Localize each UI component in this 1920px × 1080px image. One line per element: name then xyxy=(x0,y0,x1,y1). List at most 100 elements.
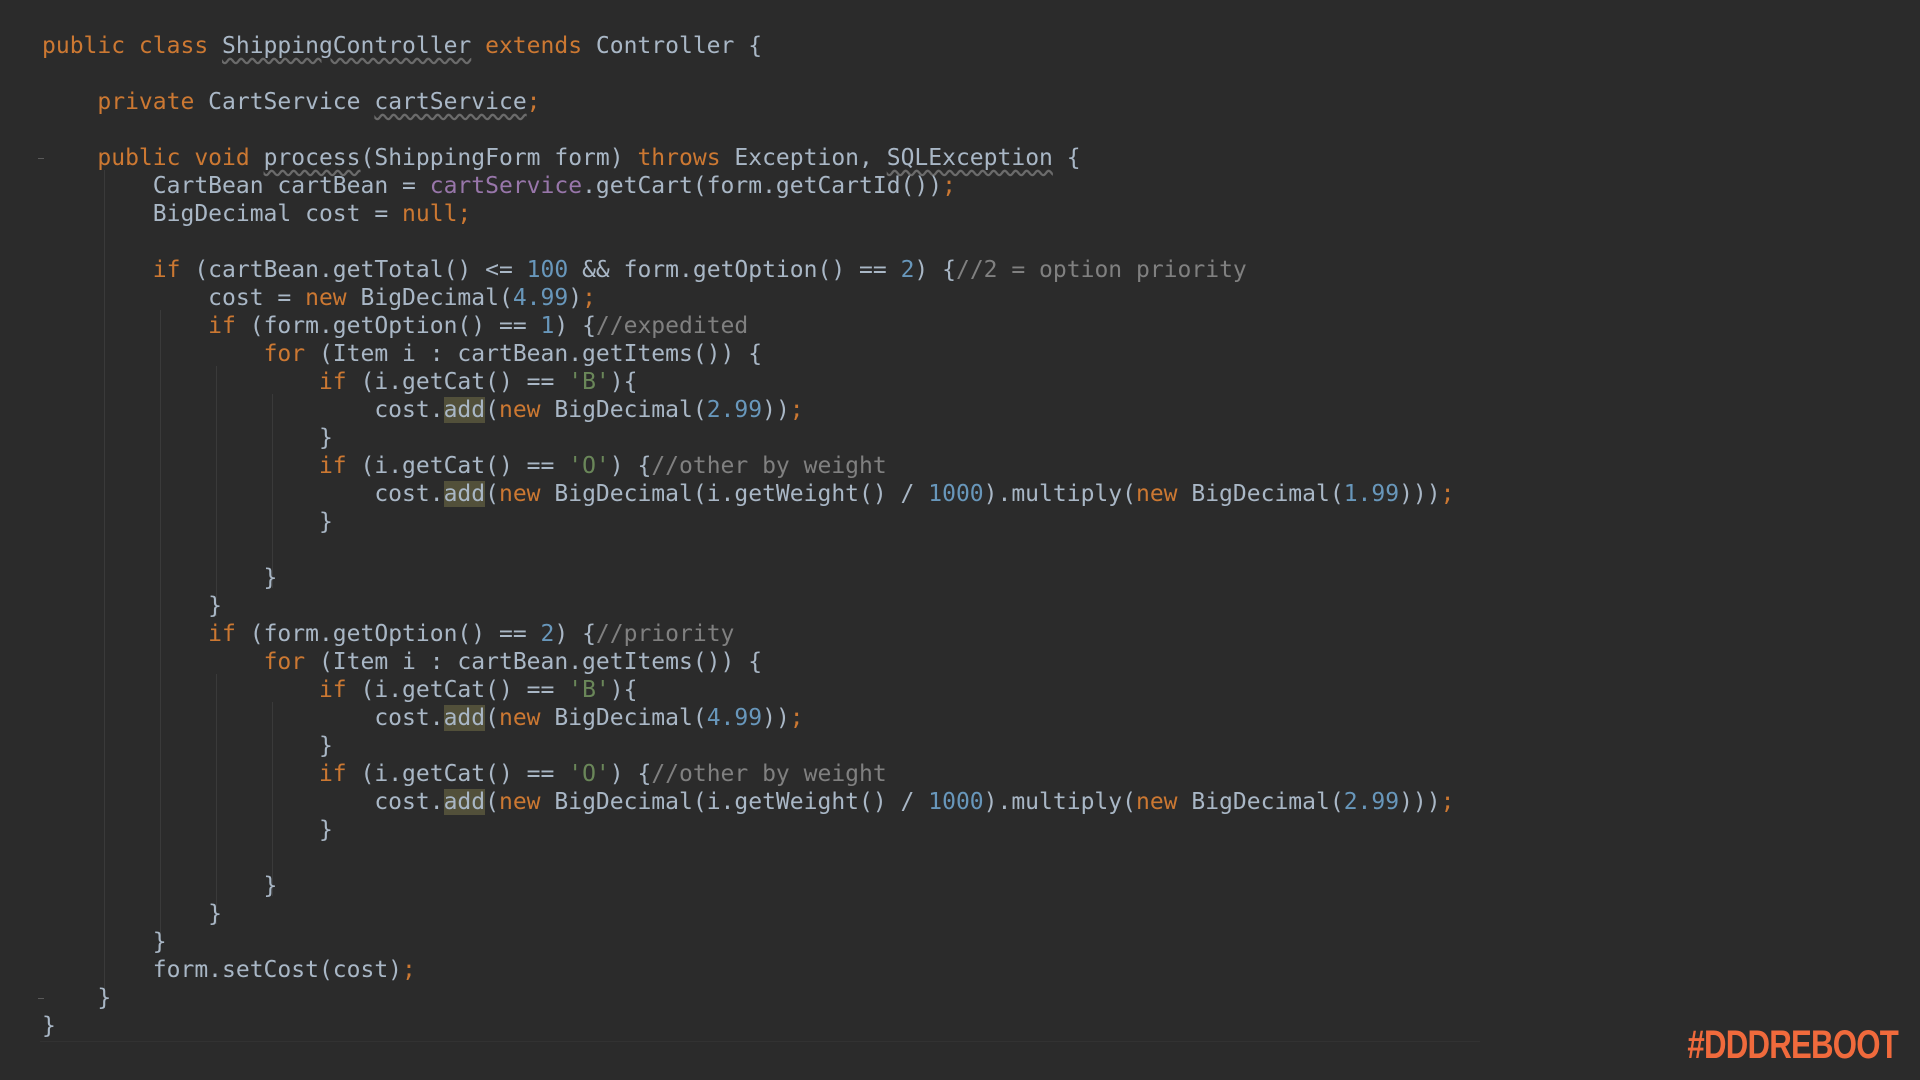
code-token: ).multiply( xyxy=(983,789,1136,815)
code-token: cartService xyxy=(374,89,527,115)
code-token: cost. xyxy=(42,789,444,815)
code-line[interactable]: for (Item i : cartBean.getItems()) { xyxy=(42,340,763,368)
code-line[interactable]: private CartService cartService; xyxy=(42,88,540,116)
code-line[interactable]: cost.add(new BigDecimal(i.getWeight() / … xyxy=(42,480,1454,508)
code-token: 'B' xyxy=(568,677,610,703)
code-line[interactable]: for (Item i : cartBean.getItems()) { xyxy=(42,648,763,676)
code-line[interactable]: cost.add(new BigDecimal(i.getWeight() / … xyxy=(42,788,1454,816)
code-token: { xyxy=(1052,145,1081,171)
code-line[interactable]: } xyxy=(42,592,222,620)
code-token: //expedited xyxy=(595,313,749,339)
code-token: 1000 xyxy=(928,481,984,507)
code-token: (cartBean.getTotal() <= xyxy=(194,257,527,283)
code-token: if xyxy=(318,761,361,787)
code-token: new xyxy=(305,285,361,311)
code-line[interactable]: public void process(ShippingForm form) t… xyxy=(42,144,1081,172)
code-token: add xyxy=(443,397,486,423)
code-token: for xyxy=(263,649,319,675)
code-token: (form.getOption() == xyxy=(249,621,541,647)
code-editor[interactable]: public class ShippingController extends … xyxy=(0,0,1920,1080)
code-token: private xyxy=(97,89,209,115)
code-token: BigDecimal( xyxy=(554,397,707,423)
code-token: if xyxy=(318,453,361,479)
hashtag-label: #DDDREBOOT xyxy=(1687,1023,1898,1067)
editor-bottom-rule xyxy=(40,1041,1480,1042)
code-line[interactable]: cost.add(new BigDecimal(4.99)); xyxy=(42,704,804,732)
code-token: } xyxy=(42,733,333,759)
code-token: .getCart(form.getCartId()) xyxy=(582,173,943,199)
code-token: new xyxy=(498,789,555,815)
code-token: 2 xyxy=(900,257,915,283)
code-token: } xyxy=(42,901,223,927)
code-line[interactable]: } xyxy=(42,424,333,452)
code-token: new xyxy=(498,705,555,731)
code-token: (i.getCat() == xyxy=(360,369,569,395)
code-line[interactable]: } xyxy=(42,564,278,592)
code-token: if xyxy=(152,257,195,283)
code-token: new xyxy=(498,397,555,423)
code-token: && form.getOption() == xyxy=(568,257,901,283)
code-token: } xyxy=(42,985,112,1011)
code-line[interactable]: if (cartBean.getTotal() <= 100 && form.g… xyxy=(42,256,1247,284)
code-line[interactable]: if (i.getCat() == 'B'){ xyxy=(42,368,638,396)
code-line[interactable]: if (form.getOption() == 2) {//priority xyxy=(42,620,734,648)
code-token: ( xyxy=(485,481,499,507)
code-token: 2 xyxy=(540,621,555,647)
code-token: ) { xyxy=(554,313,596,339)
code-token: form.setCost(cost) xyxy=(42,957,403,983)
code-line[interactable]: } xyxy=(42,872,278,900)
code-token: ))) xyxy=(1399,789,1441,815)
code-token: 'B' xyxy=(568,369,610,395)
code-line[interactable]: if (i.getCat() == 'O') {//other by weigh… xyxy=(42,760,887,788)
code-token: ( xyxy=(485,397,499,423)
code-token: cost = xyxy=(42,285,306,311)
code-token: (i.getCat() == xyxy=(360,677,569,703)
code-line[interactable]: if (i.getCat() == 'O') {//other by weigh… xyxy=(42,452,887,480)
code-token: //other by weight xyxy=(651,761,887,787)
code-token: 1 xyxy=(540,313,555,339)
code-line[interactable]: cost = new BigDecimal(4.99); xyxy=(42,284,596,312)
code-token: new xyxy=(1135,481,1192,507)
code-line[interactable]: } xyxy=(42,984,111,1012)
code-token: } xyxy=(42,817,333,843)
code-token: )) xyxy=(762,397,790,423)
code-token: ) { xyxy=(609,453,652,479)
code-token: add xyxy=(443,481,486,507)
code-token: ; xyxy=(402,957,416,983)
code-token: ; xyxy=(789,705,804,731)
code-line[interactable]: } xyxy=(42,928,167,956)
code-line[interactable]: public class ShippingController extends … xyxy=(42,32,762,60)
code-token: ShippingController xyxy=(222,33,472,59)
code-token: } xyxy=(42,425,333,451)
code-line[interactable]: } xyxy=(42,1012,56,1040)
code-line[interactable]: } xyxy=(42,508,333,536)
code-token: ){ xyxy=(609,677,638,703)
code-line[interactable]: if (i.getCat() == 'B'){ xyxy=(42,676,638,704)
code-line[interactable]: BigDecimal cost = null; xyxy=(42,200,472,228)
code-token: BigDecimal( xyxy=(360,285,513,311)
code-line[interactable]: cost.add(new BigDecimal(2.99)); xyxy=(42,396,804,424)
code-token: ))) xyxy=(1399,481,1441,507)
code-token: ( xyxy=(485,789,499,815)
code-line[interactable]: } xyxy=(42,732,333,760)
code-token: ; xyxy=(1440,481,1455,507)
code-token: //other by weight xyxy=(651,453,887,479)
code-token: 1000 xyxy=(928,789,984,815)
code-line[interactable]: if (form.getOption() == 1) {//expedited xyxy=(42,312,748,340)
code-token: BigDecimal cost = xyxy=(42,201,403,227)
code-line[interactable]: form.setCost(cost); xyxy=(42,956,416,984)
code-line[interactable]: } xyxy=(42,816,333,844)
code-line[interactable]: } xyxy=(42,900,222,928)
code-token: add xyxy=(443,705,486,731)
code-token: 1.99 xyxy=(1343,481,1400,507)
code-token: 'O' xyxy=(568,761,610,787)
code-line[interactable]: CartBean cartBean = cartService.getCart(… xyxy=(42,172,956,200)
